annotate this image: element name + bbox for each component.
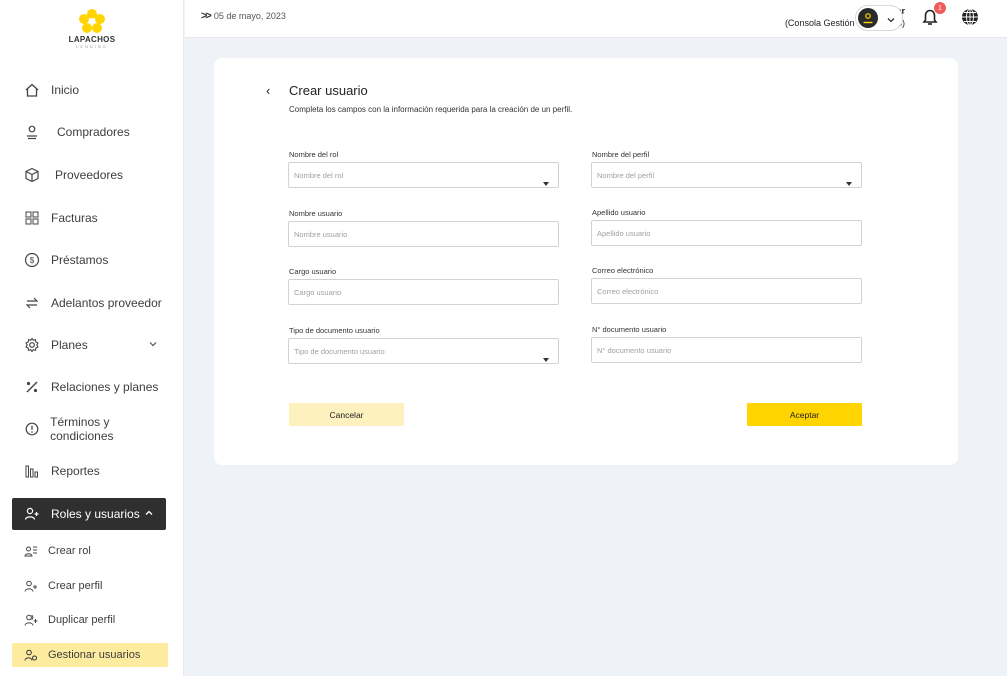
percent-icon <box>23 378 41 396</box>
placeholder: Nombre del rol <box>294 170 344 180</box>
placeholder: Nombre del perfil <box>597 170 655 180</box>
label-nombre-usuario: Nombre usuario <box>289 209 343 218</box>
caret-down-icon <box>543 349 549 367</box>
nombre-perfil-select[interactable]: Nombre del perfil <box>591 162 862 188</box>
user-gear-icon <box>23 647 39 663</box>
user-plus-icon <box>23 505 41 523</box>
globe-icon[interactable] <box>960 7 980 27</box>
double-chevron-icon: >> <box>201 10 212 22</box>
brand-name: LAPACHOS <box>68 35 116 44</box>
page-title: Crear usuario <box>289 83 368 98</box>
users-add-icon <box>23 612 39 628</box>
sidebar-subitem-label: Crear perfil <box>48 580 103 592</box>
sidebar-item-prestamos[interactable]: $ Préstamos <box>12 244 170 276</box>
sidebar-item-terminos[interactable]: Términos y condiciones <box>12 413 170 445</box>
sidebar-item-adelantos[interactable]: Adelantos proveedor <box>12 287 170 319</box>
label-correo: Correo electrónico <box>592 266 654 275</box>
sidebar-item-compradores[interactable]: Compradores <box>12 116 170 148</box>
page-subtitle: Completa los campos con la información r… <box>289 105 573 114</box>
sidebar-item-planes[interactable]: Planes <box>12 329 170 361</box>
brand-logo[interactable]: LAPACHOS LENDING <box>54 8 130 60</box>
sidebar-item-inicio[interactable]: Inicio <box>12 74 170 106</box>
sidebar-subitem-duplicar-perfil[interactable]: Duplicar perfil <box>12 608 168 632</box>
caret-down-icon <box>543 173 549 191</box>
svg-text:$: $ <box>30 256 35 265</box>
notification-badge: 1 <box>934 2 946 14</box>
label-numero-documento: N° documento usuario <box>592 325 667 334</box>
sidebar-item-facturas[interactable]: Facturas <box>12 202 170 234</box>
label-nombre-perfil: Nombre del perfil <box>592 150 650 159</box>
info-icon <box>23 420 40 438</box>
grid-icon <box>23 209 41 227</box>
top-header: >> 05 de mayo, 2023 Lender (Consola Gest… <box>185 0 1007 38</box>
apellido-usuario-input[interactable]: Apellido usuario <box>591 220 862 246</box>
arrows-icon <box>23 294 41 312</box>
sidebar-subitem-gestionar-usuarios[interactable]: Gestionar usuarios <box>12 643 168 667</box>
tipo-documento-select[interactable]: Tipo de documento usuario <box>288 338 559 364</box>
sidebar-item-roles-usuarios[interactable]: Roles y usuarios <box>12 498 166 530</box>
label-apellido-usuario: Apellido usuario <box>592 208 646 217</box>
placeholder: Cargo usuario <box>294 287 342 297</box>
sidebar-item-relaciones[interactable]: Relaciones y planes <box>12 371 170 403</box>
avatar <box>858 8 878 28</box>
home-icon <box>23 81 41 99</box>
sidebar-item-label: Proveedores <box>55 168 124 182</box>
box-icon <box>23 166 41 184</box>
create-user-card: ‹ Crear usuario Completa los campos con … <box>214 58 958 465</box>
sidebar-item-proveedores[interactable]: Proveedores <box>12 159 170 191</box>
sidebar-item-label: Reportes <box>51 464 100 478</box>
placeholder: Nombre usuario <box>294 229 348 239</box>
placeholder: Apellido usuario <box>597 228 651 238</box>
caret-down-icon <box>846 173 852 191</box>
sidebar-item-label: Facturas <box>51 211 98 225</box>
numero-documento-input[interactable]: N° documento usuario <box>591 337 862 363</box>
back-button[interactable]: ‹ <box>266 83 270 98</box>
bars-icon <box>23 462 41 480</box>
label-nombre-rol: Nombre del rol <box>289 150 339 159</box>
sidebar-subitem-crear-rol[interactable]: Crear rol <box>12 539 168 563</box>
flower-logo-icon <box>79 9 105 33</box>
gear-icon <box>23 336 41 354</box>
placeholder: Correo electrónico <box>597 286 659 296</box>
user-add-icon <box>23 578 39 594</box>
placeholder: Tipo de documento usuario <box>294 346 385 356</box>
sidebar-item-reportes[interactable]: Reportes <box>12 455 170 487</box>
accept-button[interactable]: Aceptar <box>747 403 862 426</box>
sidebar-item-label: Compradores <box>57 125 130 139</box>
cargo-usuario-input[interactable]: Cargo usuario <box>288 279 559 305</box>
sidebar-item-label: Préstamos <box>51 253 109 267</box>
chevron-down-icon <box>148 338 158 352</box>
breadcrumb-date: 05 de mayo, 2023 <box>213 11 286 21</box>
sidebar-subitem-label: Gestionar usuarios <box>48 649 141 661</box>
role-list-icon <box>23 543 39 559</box>
chevron-up-icon <box>144 507 154 521</box>
sidebar-subitem-label: Duplicar perfil <box>48 614 116 626</box>
nombre-usuario-input[interactable]: Nombre usuario <box>288 221 559 247</box>
label-cargo-usuario: Cargo usuario <box>289 267 337 276</box>
buyers-icon <box>23 123 41 141</box>
sidebar-item-label: Términos y condiciones <box>50 415 114 443</box>
sidebar-item-label: Relaciones y planes <box>51 380 159 394</box>
dollar-icon: $ <box>23 251 41 269</box>
breadcrumb[interactable]: >> 05 de mayo, 2023 <box>201 10 286 22</box>
correo-input[interactable]: Correo electrónico <box>591 278 862 304</box>
nombre-rol-select[interactable]: Nombre del rol <box>288 162 559 188</box>
brand-sub: LENDING <box>76 44 108 49</box>
user-icon <box>863 13 873 24</box>
sidebar-item-label: Inicio <box>51 83 80 97</box>
sidebar-item-label: Roles y usuarios <box>51 507 140 521</box>
sidebar-subitem-label: Crear rol <box>48 545 91 557</box>
sidebar-item-label: Planes <box>51 338 88 352</box>
sidebar-subitem-crear-perfil[interactable]: Crear perfil <box>12 574 168 598</box>
cancel-button[interactable]: Cancelar <box>289 403 404 426</box>
sidebar: LAPACHOS LENDING Inicio Compradores Prov… <box>0 0 184 676</box>
chevron-down-icon <box>886 12 896 30</box>
sidebar-item-label: Adelantos proveedor <box>51 296 162 310</box>
user-menu-button[interactable] <box>855 5 903 31</box>
label-tipo-documento: Tipo de documento usuario <box>289 326 380 335</box>
placeholder: N° documento usuario <box>597 345 672 355</box>
